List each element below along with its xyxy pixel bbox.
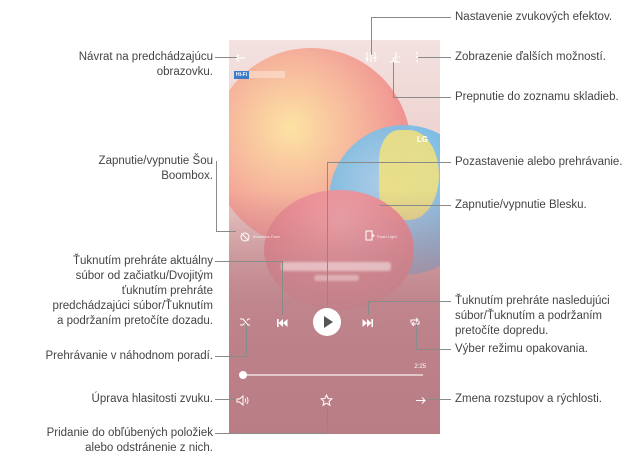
- leader-previous-h: [215, 261, 282, 262]
- shuffle-icon[interactable]: [239, 316, 251, 330]
- annotation-favorite: Pridanie do obľúbených položiek alebo od…: [46, 427, 213, 454]
- play-button[interactable]: [313, 308, 341, 336]
- volume-icon[interactable]: [236, 394, 249, 408]
- more-vertical-icon[interactable]: [413, 51, 421, 65]
- leader-favorite-v: [327, 407, 328, 434]
- annotation-pitch-speed: Zmena rozstupov a rýchlosti.: [455, 393, 603, 405]
- leader-more-options: [418, 57, 451, 58]
- song-title: [281, 262, 391, 271]
- annotation-repeat: Výber režimu opakovania.: [455, 343, 588, 355]
- leader-shuffle-v: [246, 324, 247, 357]
- leader-repeat-h: [416, 349, 451, 350]
- annotation-pause-play: Pozastavenie alebo prehrávanie.: [455, 156, 623, 168]
- boombox-caption: Boombox Face: [253, 234, 280, 239]
- leader-next-h: [368, 301, 451, 302]
- track-duration: 2:25: [414, 364, 426, 370]
- back-arrow-icon[interactable]: [234, 52, 246, 66]
- leader-flash: [380, 205, 451, 206]
- annotation-next: Ťuknutím prehráte nasledujúci súbor/Ťukn…: [455, 295, 610, 337]
- audio-format-info: [249, 71, 285, 78]
- leader-playlist-h: [393, 97, 451, 98]
- playlist-icon[interactable]: [389, 51, 401, 65]
- boombox-icon[interactable]: [240, 231, 250, 244]
- leader-shuffle-h: [215, 356, 247, 357]
- skip-previous-icon[interactable]: [277, 317, 288, 330]
- annotation-back: Návrat na predchádzajúcu obrazovku.: [78, 51, 213, 78]
- leader-boombox-v: [216, 161, 217, 231]
- annotation-boombox: Zapnutie/vypnutie Šou Boombox.: [98, 155, 213, 182]
- lg-logo: LG: [416, 135, 428, 144]
- flash-caption: Flash Light: [377, 234, 397, 239]
- pitch-speed-icon[interactable]: [415, 395, 427, 408]
- leader-volume: [215, 399, 235, 400]
- leader-pause-play-v: [327, 162, 328, 306]
- leader-repeat-v: [416, 324, 417, 350]
- annotation-more-options: Zobrazenie ďalších možností.: [455, 51, 606, 63]
- hires-badge: Hi-Fi: [234, 71, 250, 79]
- annotation-flash: Zapnutie/vypnutie Blesku.: [455, 199, 587, 211]
- leader-previous-v: [282, 261, 283, 315]
- progress-bar[interactable]: [243, 374, 423, 376]
- artist-name: [314, 275, 359, 281]
- leader-favorite-h: [215, 433, 327, 434]
- annotation-previous: Ťuknutím prehráte aktuálny súbor od zači…: [52, 255, 213, 327]
- play-icon: [324, 316, 333, 328]
- annotation-shuffle: Prehrávanie v náhodnom poradí.: [45, 350, 214, 362]
- progress-knob[interactable]: [239, 371, 247, 379]
- leader-next-v: [368, 301, 369, 315]
- leader-boombox-h: [216, 231, 236, 232]
- leader-playlist-v: [393, 62, 394, 97]
- leader-sound-effects-h: [371, 17, 451, 18]
- annotation-volume: Úprava hlasitosti zvuku.: [91, 393, 213, 405]
- annotation-sound-effects: Nastavenie zvukových efektov.: [455, 11, 613, 23]
- leader-pause-play-h: [327, 162, 451, 163]
- leader-back: [215, 57, 237, 58]
- leader-pitch-speed: [425, 399, 451, 400]
- leader-sound-effects-v: [371, 17, 372, 55]
- repeat-icon[interactable]: [409, 316, 421, 330]
- music-player-screen: Hi-Fi LG Boombox Face Flash Light 2:25: [229, 40, 440, 434]
- annotation-playlist: Prepnutie do zoznamu skladieb.: [455, 91, 619, 103]
- flash-icon[interactable]: [365, 230, 375, 243]
- skip-next-icon[interactable]: [362, 317, 373, 330]
